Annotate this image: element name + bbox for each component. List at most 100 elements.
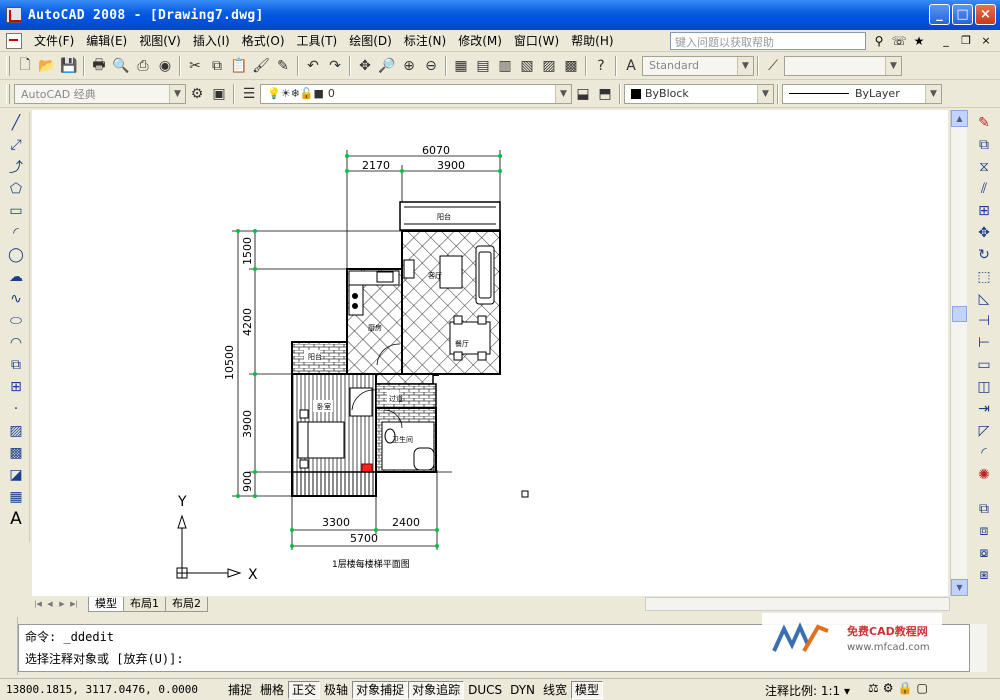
dim-style-icon[interactable]: ⟋ [762,55,784,77]
trim-icon[interactable]: ⊣ [972,310,996,332]
toggle-grid[interactable]: 栅格 [256,681,288,699]
toolbar-grip[interactable] [6,83,10,104]
layer-previous-icon[interactable]: ⬒ [594,83,616,105]
scale-icon[interactable]: ⬚ [972,266,996,288]
extend-icon[interactable]: ⊢ [972,332,996,354]
zoom-previous-icon[interactable]: ⊖ [420,55,442,77]
gradient-icon[interactable]: ▩ [4,442,28,464]
array-icon[interactable]: ⊞ [972,200,996,222]
menu-file[interactable]: 文件(F) [28,32,80,49]
menu-window[interactable]: 窗口(W) [508,32,565,49]
circle-icon[interactable]: ◯ [4,244,28,266]
doc-close-button[interactable]: × [978,33,994,49]
annotation-visibility-icon[interactable]: ⚖ [868,681,879,695]
layer-select[interactable]: 💡 ☀ ❄ 🔓 ■ 0 ▼ [260,83,572,104]
toggle-osnap[interactable]: 对象捕捉 [352,680,409,699]
menu-help[interactable]: 帮助(H) [565,32,619,49]
prev-tab-button[interactable]: ◀ [44,598,56,610]
make-block-icon[interactable]: ⊞ [4,376,28,398]
chamfer-icon[interactable]: ◸ [972,420,996,442]
copy-icon[interactable]: ⧉ [206,55,228,77]
open-icon[interactable]: 📂 [36,55,58,77]
help-search-input[interactable]: 键入问题以获取帮助 [670,32,866,50]
workspace-settings-icon[interactable]: ⚙ [186,83,208,105]
menu-dimension[interactable]: 标注(N) [398,32,452,49]
match-properties-icon[interactable]: 🖌 [250,55,272,77]
next-tab-button[interactable]: ▶ [56,598,68,610]
hatch-icon[interactable]: ▨ [4,420,28,442]
favorites-star-icon[interactable]: ★ [910,32,928,50]
layer-manager-icon[interactable]: ☰ [238,83,260,105]
first-tab-button[interactable]: |◀ [32,598,44,610]
join-icon[interactable]: ⇥ [972,398,996,420]
scroll-down-button[interactable]: ▼ [951,579,968,596]
undo-icon[interactable]: ↶ [302,55,324,77]
help-icon[interactable]: ? [590,55,612,77]
pan-icon[interactable]: ✥ [354,55,376,77]
point-icon[interactable]: · [4,398,28,420]
draworder-back-icon[interactable]: ⧈ [972,520,996,542]
minimize-button[interactable]: _ [929,4,950,25]
region-icon[interactable]: ◪ [4,464,28,486]
sheet-set-icon[interactable]: ▧ [516,55,538,77]
properties-icon[interactable]: ▦ [450,55,472,77]
toolbar-grip[interactable] [6,55,10,76]
tool-palettes-icon[interactable]: ▥ [494,55,516,77]
toggle-otrack[interactable]: 对象追踪 [408,680,465,699]
command-grip[interactable] [0,617,18,675]
drawing-canvas[interactable]: 6070 2170 3900 10500 1500 4200 3900 900 [32,110,948,596]
new-icon[interactable]: 🗋 [14,55,36,77]
vertical-scrollbar[interactable]: ▲ ▼ [950,110,968,596]
save-icon[interactable]: 💾 [58,55,80,77]
toggle-snap[interactable]: 捕捉 [224,681,256,699]
zoom-realtime-icon[interactable]: 🔎 [376,55,398,77]
draworder-front-icon[interactable]: ⧉ [972,498,996,520]
line-icon[interactable]: ╱ [4,112,28,134]
mirror-icon[interactable]: ⧖ [972,156,996,178]
menu-modify[interactable]: 修改(M) [452,32,508,49]
break-at-point-icon[interactable]: ▭ [972,354,996,376]
cut-icon[interactable]: ✂ [184,55,206,77]
erase-icon[interactable]: ✎ [972,112,996,134]
polyline-icon[interactable]: ⤴ [4,156,28,178]
ellipse-arc-icon[interactable]: ◠ [4,332,28,354]
arc-icon[interactable]: ◜ [4,222,28,244]
coordinate-readout[interactable]: 13800.1815, 3117.0476, 0.0000 [0,683,224,696]
zoom-window-icon[interactable]: ⊕ [398,55,420,77]
scroll-thumb[interactable] [952,306,967,322]
menu-edit[interactable]: 编辑(E) [80,32,133,49]
communication-center-icon[interactable]: ☏ [890,32,908,50]
toggle-dyn[interactable]: DYN [506,681,539,699]
copy-object-icon[interactable]: ⧉ [972,134,996,156]
break-icon[interactable]: ◫ [972,376,996,398]
make-layer-current-icon[interactable]: ⬓ [572,83,594,105]
clean-screen-icon[interactable]: ▢ [916,681,927,695]
redo-icon[interactable]: ↷ [324,55,346,77]
toggle-polar[interactable]: 极轴 [320,681,352,699]
grip-marker[interactable] [521,490,529,498]
rotate-icon[interactable]: ↻ [972,244,996,266]
toggle-lineweight[interactable]: 线宽 [539,681,571,699]
workspace-select[interactable]: AutoCAD 经典 ▼ [14,83,186,104]
polygon-icon[interactable]: ⬠ [4,178,28,200]
close-button[interactable]: × [975,4,996,25]
toggle-ducs[interactable]: DUCS [464,681,506,699]
color-select[interactable]: ByBlock ▼ [624,83,774,104]
command-scrollbar[interactable] [970,624,987,672]
move-icon[interactable]: ✥ [972,222,996,244]
doc-minimize-button[interactable]: _ [938,33,954,49]
draworder-above-icon[interactable]: ⧇ [972,542,996,564]
linetype-select[interactable]: ByLayer ▼ [782,83,942,104]
text-style-select[interactable]: Standard ▼ [642,55,754,76]
fillet-icon[interactable]: ◜ [972,442,996,464]
auto-scale-icon[interactable]: ⚙ [883,681,894,695]
block-editor-icon[interactable]: ✎ [272,55,294,77]
offset-icon[interactable]: ⫽ [972,178,996,200]
toggle-ortho[interactable]: 正交 [288,680,321,699]
text-style-icon[interactable]: A [620,55,642,77]
draworder-below-icon[interactable]: ⧆ [972,564,996,586]
multiline-text-icon[interactable]: A [4,508,28,530]
my-workspace-icon[interactable]: ▣ [208,83,230,105]
horizontal-scrollbar[interactable] [645,597,950,611]
last-tab-button[interactable]: ▶| [68,598,80,610]
